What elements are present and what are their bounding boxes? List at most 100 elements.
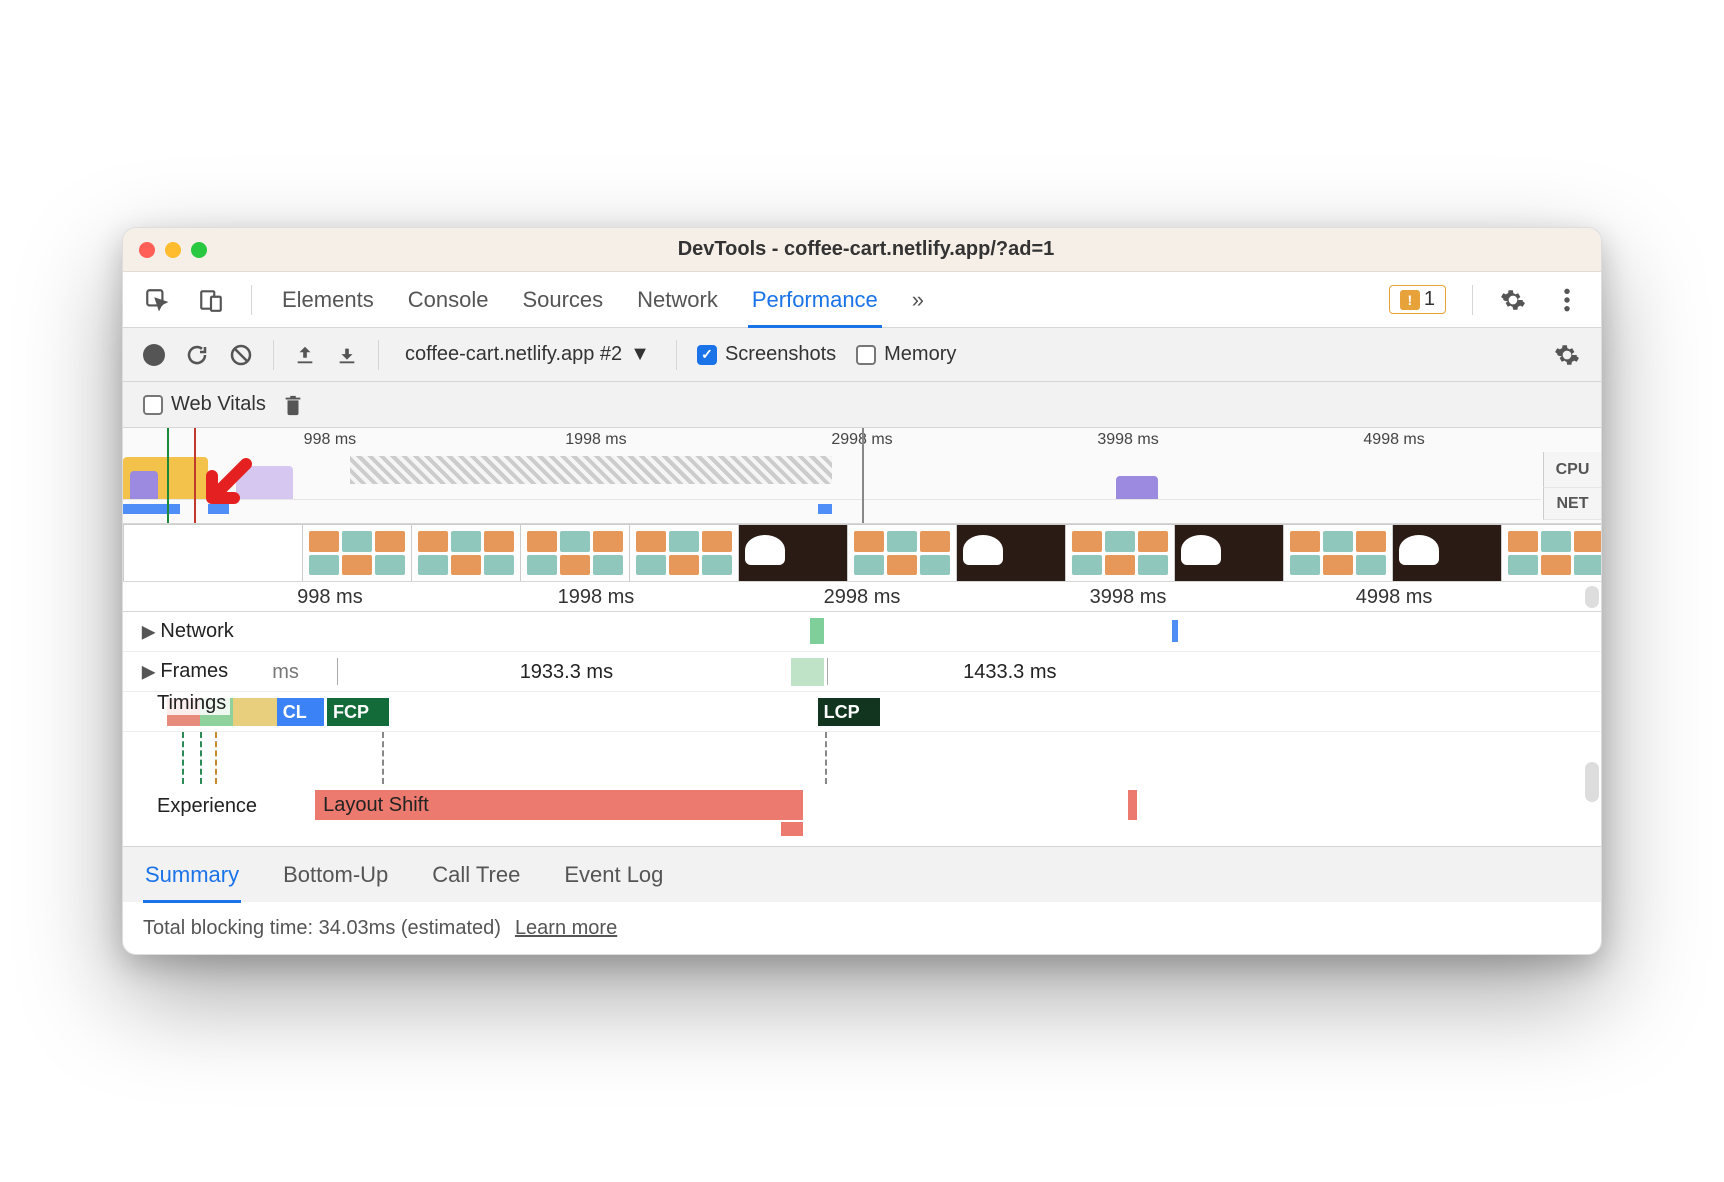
ruler-tick: 4998 ms — [1356, 586, 1433, 609]
overview-panel[interactable]: 998 ms 1998 ms 2998 ms 3998 ms 4998 ms — [123, 428, 1601, 524]
screenshot-thumb[interactable] — [1065, 524, 1175, 582]
memory-checkbox[interactable]: Memory — [856, 343, 956, 366]
close-window-button[interactable] — [139, 242, 155, 258]
network-event[interactable] — [810, 618, 824, 644]
record-button[interactable] — [143, 344, 165, 366]
save-profile-icon[interactable] — [336, 344, 358, 366]
separator — [251, 285, 252, 315]
ruler-tick: 4998 ms — [1363, 431, 1424, 449]
tab-console[interactable]: Console — [404, 272, 493, 328]
overview-tracks — [123, 452, 1541, 523]
marker-line — [194, 428, 196, 523]
experience-event[interactable] — [1128, 790, 1137, 820]
checkbox-unchecked-icon — [143, 395, 163, 415]
screenshot-thumb[interactable] — [1501, 524, 1601, 582]
tab-network[interactable]: Network — [633, 272, 722, 328]
tab-summary[interactable]: Summary — [143, 847, 241, 903]
performance-toolbar-2: Web Vitals — [123, 382, 1601, 428]
issues-badge[interactable]: ! 1 — [1389, 285, 1446, 314]
warning-icon: ! — [1400, 290, 1420, 310]
guide-line — [182, 732, 184, 784]
screenshot-thumb[interactable] — [302, 524, 412, 582]
screenshot-thumb[interactable] — [123, 524, 303, 582]
ruler-tick: 3998 ms — [1090, 586, 1167, 609]
screenshot-thumb[interactable] — [629, 524, 739, 582]
tab-performance[interactable]: Performance — [748, 272, 882, 328]
kebab-menu-icon[interactable] — [1553, 286, 1581, 314]
ruler-tick: 2998 ms — [824, 586, 901, 609]
web-vitals-checkbox[interactable]: Web Vitals — [143, 393, 266, 416]
screenshots-checkbox[interactable]: ✓ Screenshots — [697, 343, 836, 366]
load-profile-icon[interactable] — [294, 344, 316, 366]
profile-select-label: coffee-cart.netlify.app #2 — [405, 343, 622, 366]
main-tabs: Elements Console Sources Network Perform… — [123, 272, 1601, 328]
issues-count: 1 — [1424, 288, 1435, 311]
tab-bottom-up[interactable]: Bottom-Up — [281, 847, 390, 903]
screenshot-thumb[interactable] — [738, 524, 848, 582]
guide-line — [215, 732, 217, 784]
clear-button[interactable] — [229, 343, 253, 367]
delete-profile-icon[interactable] — [282, 393, 304, 417]
ruler-tick: 1998 ms — [558, 586, 635, 609]
devtools-window: DevTools - coffee-cart.netlify.app/?ad=1… — [122, 227, 1602, 955]
reload-record-button[interactable] — [185, 343, 209, 367]
maximize-window-button[interactable] — [191, 242, 207, 258]
tab-sources[interactable]: Sources — [518, 272, 607, 328]
screenshot-thumb[interactable] — [1283, 524, 1393, 582]
settings-gear-icon[interactable] — [1499, 286, 1527, 314]
scrollbar-thumb[interactable] — [1585, 762, 1599, 802]
screenshot-thumb[interactable] — [411, 524, 521, 582]
cpu-track — [123, 452, 1541, 500]
web-vitals-label: Web Vitals — [171, 393, 266, 416]
net-label: NET — [1543, 488, 1601, 520]
learn-more-link[interactable]: Learn more — [515, 917, 617, 940]
guide-line — [200, 732, 202, 784]
frames-track-label[interactable]: ▶ Frames — [137, 659, 232, 684]
main-ruler[interactable]: 998 ms 1998 ms 2998 ms 3998 ms 4998 ms — [123, 582, 1601, 612]
timings-track-label[interactable]: Timings — [153, 692, 230, 715]
separator — [378, 340, 379, 370]
screenshot-thumb[interactable] — [956, 524, 1066, 582]
screenshot-thumb[interactable] — [1174, 524, 1284, 582]
screenshots-label: Screenshots — [725, 343, 836, 366]
ruler-tick: 998 ms — [304, 431, 356, 449]
frame-segment[interactable]: 1433.3 ms — [832, 658, 1187, 686]
tab-call-tree[interactable]: Call Tree — [430, 847, 522, 903]
net-track — [123, 500, 1541, 524]
screenshot-thumb[interactable] — [1392, 524, 1502, 582]
disclosure-triangle-icon: ▶ — [142, 660, 156, 683]
experience-track-row[interactable]: Experience Layout Shift — [123, 784, 1601, 828]
experience-track-label[interactable]: Experience — [153, 795, 261, 818]
flame-chart-area[interactable]: ▶ Network ▶ Frames ms 1933.3 ms 1433.3 m… — [123, 612, 1601, 846]
scrollbar-thumb[interactable] — [1585, 586, 1599, 608]
network-track-row[interactable]: ▶ Network — [123, 612, 1601, 652]
network-track-label[interactable]: ▶ Network — [137, 619, 238, 644]
timing-marker-fcp[interactable]: FCP — [327, 698, 389, 726]
inspect-element-icon[interactable] — [143, 286, 171, 314]
tab-more[interactable]: » — [908, 272, 928, 328]
profile-select[interactable]: coffee-cart.netlify.app #2 ▼ — [399, 339, 656, 370]
separator — [273, 340, 274, 370]
timing-marker-cls[interactable]: CL — [277, 698, 324, 726]
screenshot-thumb[interactable] — [520, 524, 630, 582]
screenshot-thumb[interactable] — [847, 524, 957, 582]
frame-segment[interactable]: 1933.3 ms — [345, 658, 788, 686]
minimize-window-button[interactable] — [165, 242, 181, 258]
separator — [1472, 285, 1473, 315]
timing-marker-lcp[interactable]: LCP — [818, 698, 880, 726]
experience-event[interactable]: Layout Shift — [315, 790, 803, 820]
timings-track-row[interactable]: Timings CL FCP LCP — [123, 692, 1601, 732]
overview-axis-labels: CPU NET — [1543, 452, 1601, 520]
capture-settings-gear-icon[interactable] — [1553, 341, 1581, 369]
screenshots-strip[interactable] — [123, 524, 1601, 582]
frames-track-row[interactable]: ▶ Frames ms 1933.3 ms 1433.3 ms — [123, 652, 1601, 692]
network-event[interactable] — [1172, 620, 1178, 642]
frame-segment[interactable]: ms — [241, 658, 330, 686]
tab-elements[interactable]: Elements — [278, 272, 378, 328]
tab-event-log[interactable]: Event Log — [562, 847, 665, 903]
experience-event-tail[interactable] — [781, 822, 803, 836]
details-tabs: Summary Bottom-Up Call Tree Event Log — [123, 846, 1601, 902]
separator — [676, 340, 677, 370]
frame-segment[interactable] — [791, 658, 824, 686]
device-toolbar-icon[interactable] — [197, 286, 225, 314]
